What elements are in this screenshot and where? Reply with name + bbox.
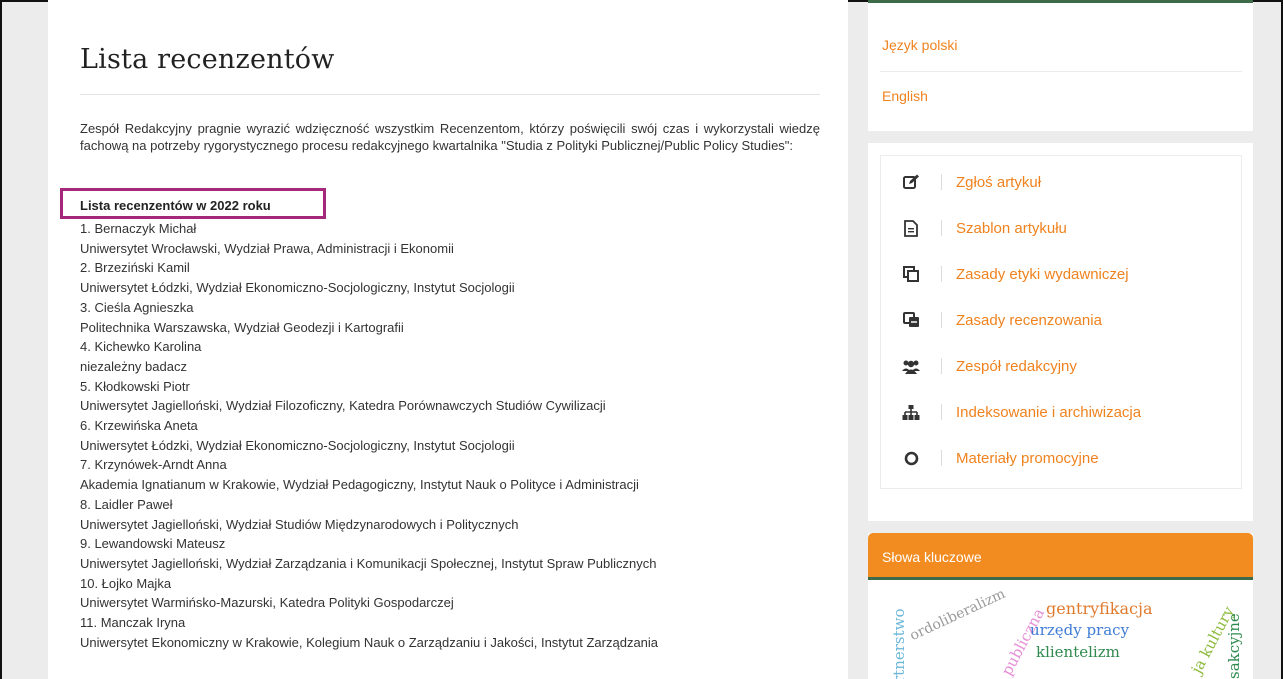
menu-separator [941,404,942,420]
menu-separator [941,174,942,190]
reviewer-name: 9. Lewandowski Mateusz [80,536,226,552]
reviewer-name: 8. Laidler Paweł [80,496,173,512]
reviewer-affiliation: niezależny badacz [80,358,187,374]
copy-icon [881,266,941,282]
sidebar-item-promo-materials[interactable]: Materiały promocyjne [881,435,1241,481]
sidebar-item-indexing[interactable]: Indeksowanie i archiwizacja [881,389,1241,435]
reviewer-affiliation: Uniwersytet Łódzki, Wydział Ekonomiczno-… [80,437,515,453]
sidebar-item-label: Zasady etyki wydawniczej [956,265,1129,283]
reviewer-affiliation: Uniwersytet Jagielloński, Wydział Filozo… [80,398,606,414]
article-panel: Lista recenzentów Zespół Redakcyjny prag… [48,0,848,679]
sitemap-icon [881,404,941,420]
list-item: 1. Bernaczyk Michał Uniwersytet Wrocławs… [80,219,830,258]
reviewer-name: 5. Kłodkowski Piotr [80,378,190,394]
reviewer-affiliation: Uniwersytet Jagielloński, Wydział Zarząd… [80,555,657,571]
list-item: 11. Manczak Iryna Uniwersytet Ekonomiczn… [80,613,830,652]
reviewer-name: 6. Krzewińska Aneta [80,418,198,434]
sidebar-item-review-rules[interactable]: Zasady recenzowania [881,297,1241,343]
reviewer-name: 11. Manczak Iryna [80,615,186,631]
users-icon [881,359,941,374]
reviewer-name: 1. Bernaczyk Michał [80,221,197,236]
title-divider [80,94,820,95]
sidebar-item-submit-article[interactable]: Zgłoś artykuł [881,159,1241,205]
reviewer-affiliation: Akademia Ignatianum w Krakowie, Wydział … [80,477,639,493]
list-item: 8. Laidler Paweł Uniwersytet Jagiellońsk… [80,495,830,534]
reviewer-affiliation: Uniwersytet Łódzki, Wydział Ekonomiczno-… [80,280,515,296]
language-panel: Język polski English [868,0,1253,131]
keyword-link[interactable]: rtnerstwo [890,608,908,679]
menu-separator [941,266,942,282]
circle-icon [881,451,941,466]
list-item: 9. Lewandowski Mateusz Uniwersytet Jagie… [80,534,830,573]
window-left-border [0,0,2,679]
keywords-panel: Słowa kluczowe rtnerstwo ordoliberalizm … [868,533,1253,679]
reviewer-name: 10. Łojko Majka [80,575,172,591]
year-heading: Lista recenzentów w 2022 roku [80,198,271,213]
language-divider [880,71,1242,72]
keyword-link[interactable]: sakcyjne [1225,613,1243,679]
keyword-link[interactable]: ordoliberalizm [907,586,1007,644]
keywords-title: Słowa kluczowe [882,549,982,565]
list-item: 6. Krzewińska Aneta Uniwersytet Łódzki, … [80,416,830,455]
reviewer-affiliation: Uniwersytet Jagielloński, Wydział Studió… [80,516,519,532]
sidebar-item-article-template[interactable]: Szablon artykułu [881,205,1241,251]
clone-icon [881,312,941,328]
keywords-header: Słowa kluczowe [868,533,1253,580]
sidebar-item-label: Szablon artykułu [956,219,1067,237]
language-link-english[interactable]: English [882,88,928,104]
list-item: 4. Kichewko Karolina niezależny badacz [80,337,830,376]
menu-separator [941,358,942,374]
sidebar-menu-panel: Zgłoś artykuł Szablon artykułu Zasady et… [868,143,1253,521]
reviewer-list: 1. Bernaczyk Michał Uniwersytet Wrocławs… [80,219,830,652]
reviewer-affiliation: Politechnika Warszawska, Wydział Geodezj… [80,319,404,335]
menu-separator [941,312,942,328]
menu-separator [941,450,942,466]
reviewer-affiliation: Uniwersytet Wrocławski, Wydział Prawa, A… [80,240,454,256]
reviewer-name: 3. Cieśla Agnieszka [80,299,194,315]
edit-icon [881,174,941,190]
sidebar-item-editorial-team[interactable]: Zespół redakcyjny [881,343,1241,389]
menu-separator [941,220,942,236]
sidebar-item-label: Materiały promocyjne [956,449,1099,467]
sidebar-item-label: Zgłoś artykuł [956,173,1042,191]
keyword-link[interactable]: gentryfikacja [1046,599,1153,618]
keyword-link[interactable]: urzędy pracy [1030,621,1129,639]
reviewer-affiliation: Uniwersytet Ekonomiczny w Krakowie, Kole… [80,634,659,650]
keyword-link[interactable]: klientelizm [1036,643,1120,661]
sidebar-menu: Zgłoś artykuł Szablon artykułu Zasady et… [880,155,1242,489]
list-item: 3. Cieśla Agnieszka Politechnika Warszaw… [80,298,830,337]
file-text-icon [881,219,941,237]
list-item: 7. Krzynówek-Arndt Anna Akademia Ignatia… [80,455,830,494]
reviewer-affiliation: Uniwersytet Warmińsko-Mazurski, Katedra … [80,595,454,611]
sidebar-item-label: Indeksowanie i archiwizacja [956,403,1142,421]
reviewer-name: 7. Krzynówek-Arndt Anna [80,457,227,473]
page-title: Lista recenzentów [80,44,335,75]
sidebar-item-label: Zespół redakcyjny [956,357,1077,375]
sidebar-item-publication-ethics[interactable]: Zasady etyki wydawniczej [881,251,1241,297]
language-link-polish[interactable]: Język polski [882,37,957,53]
reviewer-name: 4. Kichewko Karolina [80,339,202,355]
list-item: 2. Brzeziński Kamil Uniwersytet Łódzki, … [80,258,830,297]
list-item: 5. Kłodkowski Piotr Uniwersytet Jagiello… [80,377,830,416]
reviewer-name: 2. Brzeziński Kamil [80,260,190,276]
sidebar-item-label: Zasady recenzowania [956,311,1102,329]
intro-paragraph: Zespół Redakcyjny pragnie wyrazić wdzięc… [80,121,820,153]
list-item: 10. Łojko Majka Uniwersytet Warmińsko-Ma… [80,574,830,613]
